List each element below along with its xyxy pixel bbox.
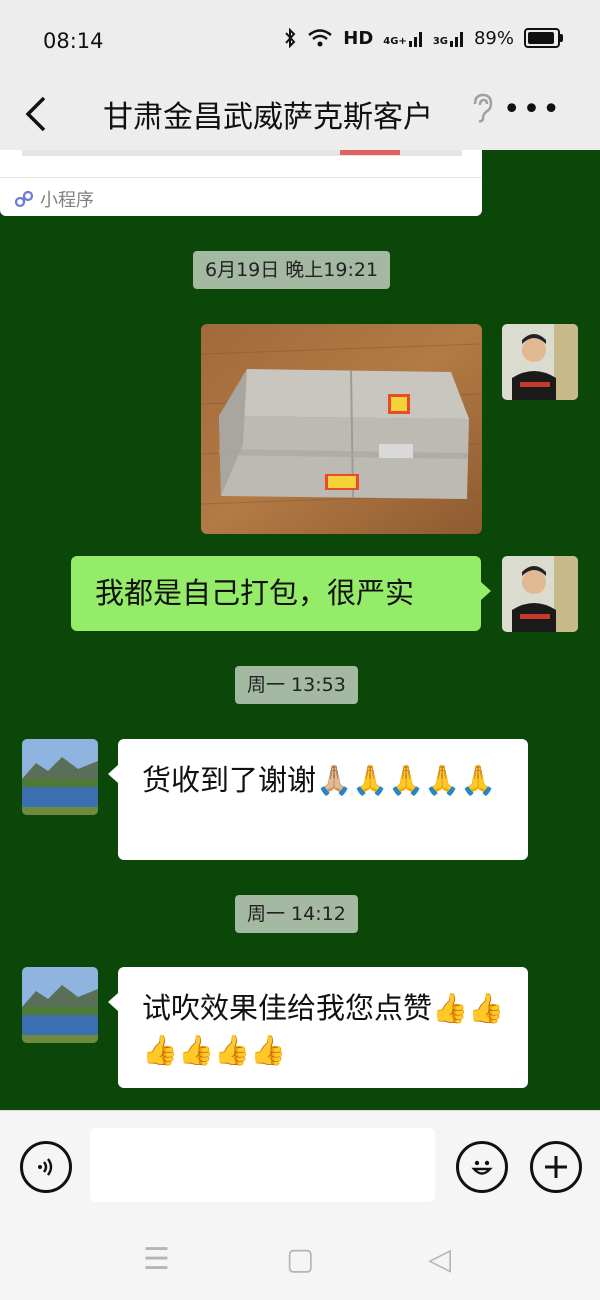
timestamp: 6月19日 晚上19:21 xyxy=(193,251,391,289)
my-avatar[interactable] xyxy=(502,556,578,632)
timestamp: 周一 14:12 xyxy=(235,895,358,933)
signal-bars-icon xyxy=(449,32,463,47)
network-hd-label: HD xyxy=(343,27,374,49)
menu-icon[interactable]: ☰ xyxy=(143,1242,170,1277)
voice-icon[interactable] xyxy=(20,1141,72,1193)
battery-icon xyxy=(524,28,563,48)
chat-area[interactable]: 小程序 6月19日 晚上19:21 我都是自己打包，很严实 周一 13:53 货… xyxy=(0,150,600,1110)
system-nav-bar: ☰ ▢ ◁ xyxy=(0,1222,600,1300)
card-divider xyxy=(0,177,482,178)
card-image-accent xyxy=(340,150,400,155)
message-input[interactable] xyxy=(90,1128,435,1202)
chat-title: 甘肃金昌武威萨克斯客户 xyxy=(103,100,433,135)
contact-avatar[interactable] xyxy=(22,967,98,1043)
status-icons: HD 4G+ 3G 89% xyxy=(283,27,563,49)
input-bar xyxy=(0,1110,600,1223)
chat-header: 甘肃金昌武威萨克斯客户 ••• xyxy=(0,80,600,150)
contact-avatar[interactable] xyxy=(22,739,98,815)
sim2-signal: 3G xyxy=(433,29,464,47)
timestamp: 周一 13:53 xyxy=(235,666,358,704)
more-icon[interactable]: ••• xyxy=(503,92,562,127)
image-message[interactable] xyxy=(201,324,482,534)
bluetooth-icon xyxy=(285,27,296,49)
back-triangle-icon[interactable]: ◁ xyxy=(428,1242,451,1277)
my-avatar[interactable] xyxy=(502,324,578,400)
emoji-icon[interactable] xyxy=(456,1141,508,1193)
message-bubble-them[interactable]: 货收到了谢谢🙏🏼🙏🙏🙏🙏 xyxy=(108,739,528,860)
sim1-signal: 4G+ xyxy=(383,29,423,47)
battery-percent: 89% xyxy=(473,27,514,49)
message-bubble-me[interactable]: 我都是自己打包，很严实 xyxy=(71,556,491,631)
mini-program-label: 小程序 xyxy=(40,190,94,211)
status-bar: 08:14 HD 4G+ 3G 89% xyxy=(0,0,600,80)
home-icon[interactable]: ▢ xyxy=(286,1242,314,1277)
mini-program-icon xyxy=(14,190,34,208)
message-bubble-them[interactable]: 试吹效果佳给我您点赞👍👍👍👍👍👍 xyxy=(108,967,528,1088)
mini-program-card[interactable]: 小程序 xyxy=(0,150,482,216)
signal-bars-icon xyxy=(408,32,422,47)
back-icon[interactable] xyxy=(22,94,48,134)
ear-icon[interactable] xyxy=(470,92,494,124)
status-time: 08:14 xyxy=(43,29,104,53)
package-photo xyxy=(201,324,482,534)
wifi-icon xyxy=(308,29,333,47)
plus-icon[interactable] xyxy=(530,1141,582,1193)
mini-program-tag: 小程序 xyxy=(14,186,94,212)
